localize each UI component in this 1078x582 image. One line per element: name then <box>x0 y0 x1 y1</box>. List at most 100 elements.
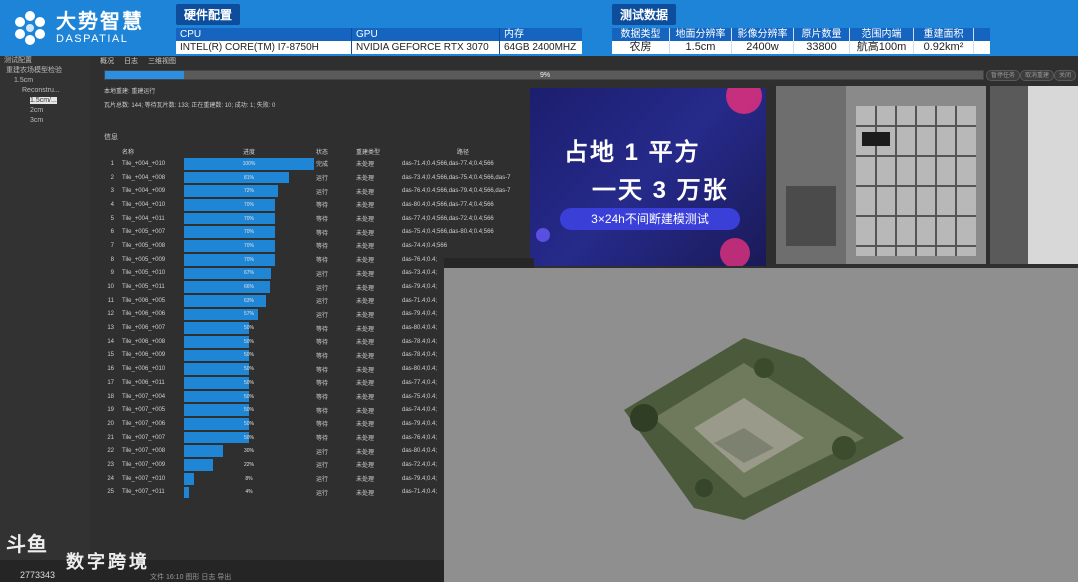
tile-progress: 50% <box>184 417 314 431</box>
3d-viewport[interactable] <box>444 268 1078 582</box>
tile-name: Tile_+007_+008 <box>122 448 166 455</box>
row-index: 8 <box>110 256 114 263</box>
tree-item-reconstruction[interactable]: Reconstru... <box>0 86 90 96</box>
row-index: 22 <box>107 448 114 455</box>
status-line-1: 本地重建: 重建运行 <box>104 89 156 95</box>
tile-progress: 70% <box>184 198 314 212</box>
tile-type: 未处理 <box>356 258 375 265</box>
tile-name: Tile_+006_+007 <box>122 325 166 332</box>
tile-status: 运行 <box>316 312 329 319</box>
tile-status: 运行 <box>316 477 329 484</box>
tile-progress: 50% <box>184 362 314 376</box>
col-name: 名称 <box>122 150 135 156</box>
hardware-title: 硬件配置 <box>176 4 241 25</box>
col-status: 状态 <box>316 150 329 156</box>
project-tree: 测试配置 重建农场模型检验 1.5cm Reconstru... 1.5cm/.… <box>0 56 90 582</box>
tile-name: Tile_+006_+011 <box>122 379 165 386</box>
tile-progress: 57% <box>184 308 314 322</box>
tile-status: 等待 <box>316 258 329 265</box>
test-header-count: 原片数量 <box>794 28 850 41</box>
table-row[interactable]: 7 Tile_+005_+008 70% 等待 未处理 das-74.4;0.4;566 <box>100 239 524 253</box>
tile-type: 未处理 <box>356 203 375 210</box>
test-value-gsd: 1.5cm <box>670 41 732 54</box>
tile-name: Tile_+005_+011 <box>122 284 165 291</box>
tile-status: 运行 <box>316 299 329 306</box>
tile-progress: 4% <box>184 486 314 500</box>
tile-progress-text: 72% <box>243 188 254 195</box>
tab-3d-view[interactable]: 三维视图 <box>148 56 176 66</box>
hardware-table: CPU GPU 内存 INTEL(R) CORE(TM) I7-8750H NV… <box>176 28 582 54</box>
row-index: 2 <box>110 174 114 181</box>
decor-circle <box>536 228 550 242</box>
test-value-area: 0.92km² <box>914 41 974 54</box>
tile-status: 运行 <box>316 285 329 292</box>
tile-type: 未处理 <box>356 299 375 306</box>
row-index: 14 <box>107 338 114 345</box>
table-row[interactable]: 4 Tile_+004_+010 70% 等待 未处理 das-80.4;0.4;566,… <box>100 198 524 212</box>
tree-item-selected[interactable]: 1.5cm/... <box>30 97 57 104</box>
tile-progress-text: 50% <box>243 379 254 386</box>
tile-name: Tile_+005_+008 <box>122 242 166 249</box>
tile-progress-text: 50% <box>243 434 254 441</box>
test-header-type: 数据类型 <box>612 28 670 41</box>
decor-circle <box>726 88 762 114</box>
table-row[interactable]: 6 Tile_+005_+007 70% 等待 未处理 das-75.4;0.4;566,… <box>100 225 524 239</box>
tile-type: 未处理 <box>356 353 375 360</box>
tile-status: 运行 <box>316 176 329 183</box>
tile-status: 运行 <box>316 189 329 196</box>
tile-progress-text: 4% <box>245 489 253 496</box>
tile-path: das-80.4;0.4;566,das-77.4;0.4;566 <box>402 201 494 208</box>
pause-button[interactable]: 暂停任务 <box>986 70 1021 81</box>
tree-item-2cm[interactable]: 2cm <box>0 106 90 116</box>
row-index: 3 <box>110 188 114 195</box>
tree-item-project[interactable]: 重建农场模型检验 <box>0 66 90 76</box>
tile-progress-text: 22% <box>243 461 254 468</box>
tile-name: Tile_+007_+007 <box>122 434 166 441</box>
tile-progress-text: 50% <box>243 325 254 332</box>
footer-text: 文件 16:10 图形 日志 导出 <box>150 574 232 581</box>
tile-progress-text: 81% <box>243 174 254 181</box>
tile-progress-text: 50% <box>243 420 254 427</box>
tile-name: Tile_+005_+009 <box>122 256 166 263</box>
hw-value-ram: 64GB 2400MHZ <box>504 42 577 53</box>
tree-item-1-5cm[interactable]: 1.5cm <box>0 76 90 86</box>
tree-item-root[interactable]: 测试配置 <box>0 56 90 66</box>
tree-item-3cm[interactable]: 3cm <box>0 116 90 126</box>
row-index: 7 <box>110 242 114 249</box>
tile-path: das-71.4;0.4;566,das-77.4;0.4;566 <box>402 160 494 167</box>
table-row[interactable]: 2 Tile_+004_+008 81% 运行 未处理 das-73.4;0.4;566,… <box>100 171 524 185</box>
hw-value-gpu: NVIDIA GEFORCE RTX 3070 <box>352 41 500 54</box>
tile-name: Tile_+007_+009 <box>122 461 166 468</box>
cancel-button[interactable]: 取消重建 <box>1020 70 1055 81</box>
tile-name: Tile_+007_+005 <box>122 407 166 414</box>
tile-name: Tile_+006_+008 <box>122 338 166 345</box>
decor-circle <box>720 238 750 266</box>
col-type: 重建类型 <box>356 150 381 156</box>
table-row[interactable]: 3 Tile_+004_+009 72% 运行 未处理 das-76.4;0.4;566,… <box>100 184 524 198</box>
test-value-count: 33800 <box>794 41 850 54</box>
tile-name: Tile_+006_+009 <box>122 352 166 359</box>
tile-status: 运行 <box>316 271 329 278</box>
tab-overview[interactable]: 概况 <box>100 56 114 66</box>
table-row[interactable]: 1 Tile_+004_+010 100% 完成 未处理 das-71.4;0.4;566… <box>100 157 524 171</box>
tile-progress: 70% <box>184 253 314 267</box>
tile-status: 等待 <box>316 395 329 402</box>
tab-log[interactable]: 日志 <box>124 56 138 66</box>
info-label: 信息 <box>104 134 118 141</box>
tile-progress: 66% <box>184 280 314 294</box>
tile-name: Tile_+004_+008 <box>122 174 166 181</box>
tile-type: 未处理 <box>356 285 375 292</box>
row-index: 13 <box>107 325 114 332</box>
close-button[interactable]: 关闭 <box>1054 70 1077 81</box>
tile-type: 未处理 <box>356 326 375 333</box>
overall-progress-bar: 9% <box>104 70 984 80</box>
test-value-range: 航高100m <box>850 41 914 54</box>
tile-progress: 22% <box>184 458 314 472</box>
tile-type: 未处理 <box>356 189 375 196</box>
tile-progress: 50% <box>184 431 314 445</box>
tile-status: 等待 <box>316 326 329 333</box>
tile-type: 未处理 <box>356 217 375 224</box>
table-row[interactable]: 5 Tile_+004_+011 70% 等待 未处理 das-77.4;0.4;566,… <box>100 212 524 226</box>
row-index: 17 <box>107 379 114 386</box>
tab-bar: 概况 日志 三维视图 <box>100 56 176 66</box>
